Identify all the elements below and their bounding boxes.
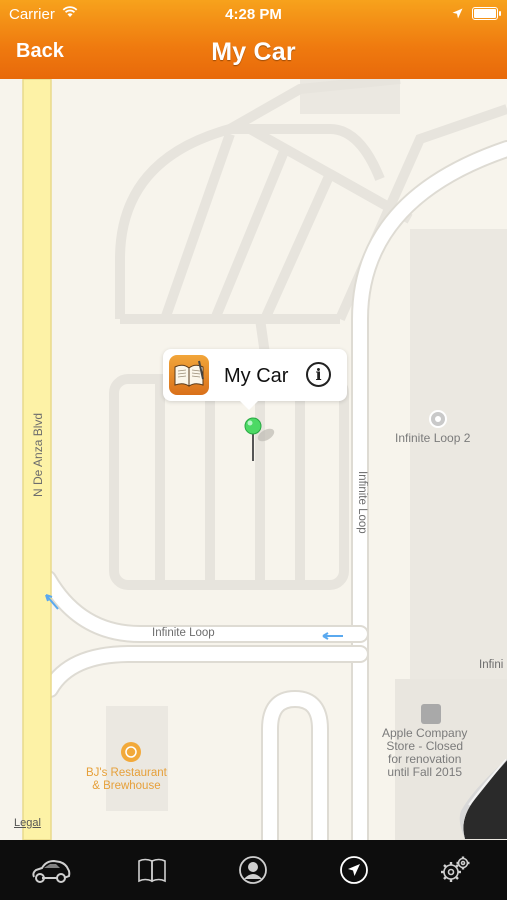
- tab-settings[interactable]: [404, 840, 505, 900]
- tab-log[interactable]: [101, 840, 202, 900]
- street-label-de-anza: N De Anza Blvd: [31, 412, 45, 497]
- car-location-pin[interactable]: [243, 415, 265, 463]
- poi-bjs-line1: BJ's Restaurant: [86, 767, 167, 779]
- map-view[interactable]: N De Anza Blvd Infinite Loop Infinite Lo…: [0, 79, 507, 840]
- pin-callout[interactable]: My Car i: [163, 349, 347, 410]
- book-icon: [137, 858, 166, 883]
- clock: 4:28 PM: [225, 6, 282, 23]
- car-icon: [31, 859, 70, 883]
- location-arrow-icon: [339, 856, 368, 884]
- poi-infinite-loop-2[interactable]: Infinite Loop 2: [395, 432, 470, 445]
- status-bar: Carrier 4:28 PM: [0, 0, 507, 28]
- battery-icon: [472, 7, 501, 20]
- tab-contacts[interactable]: [202, 840, 303, 900]
- street-label-infinite-loop-vertical: Infinite Loop: [356, 471, 368, 534]
- gear-icon: [440, 856, 469, 882]
- tab-bar: [0, 840, 507, 900]
- navigation-bar: Carrier 4:28 PM Back My Car: [0, 0, 507, 79]
- tab-car[interactable]: [0, 840, 101, 900]
- poi-bjs-line2: & Brewhouse: [92, 780, 161, 792]
- street-label-infinite-loop: Infinite Loop: [152, 627, 215, 639]
- page-curl-button[interactable]: [455, 759, 507, 839]
- person-icon: [238, 856, 267, 884]
- app-screen: Carrier 4:28 PM Back My Car N De Anza Bl…: [0, 0, 507, 900]
- location-services-icon: [452, 6, 463, 23]
- book-icon: [169, 355, 209, 395]
- tab-location[interactable]: [303, 840, 404, 900]
- callout-title: My Car: [224, 365, 289, 387]
- legal-link[interactable]: Legal: [14, 817, 41, 829]
- poi-bjs-restaurant[interactable]: BJ's Restaurant & Brewhouse: [86, 767, 167, 793]
- info-icon[interactable]: i: [306, 362, 331, 387]
- street-label-infini: Infini: [479, 659, 504, 671]
- page-title: My Car: [211, 38, 296, 66]
